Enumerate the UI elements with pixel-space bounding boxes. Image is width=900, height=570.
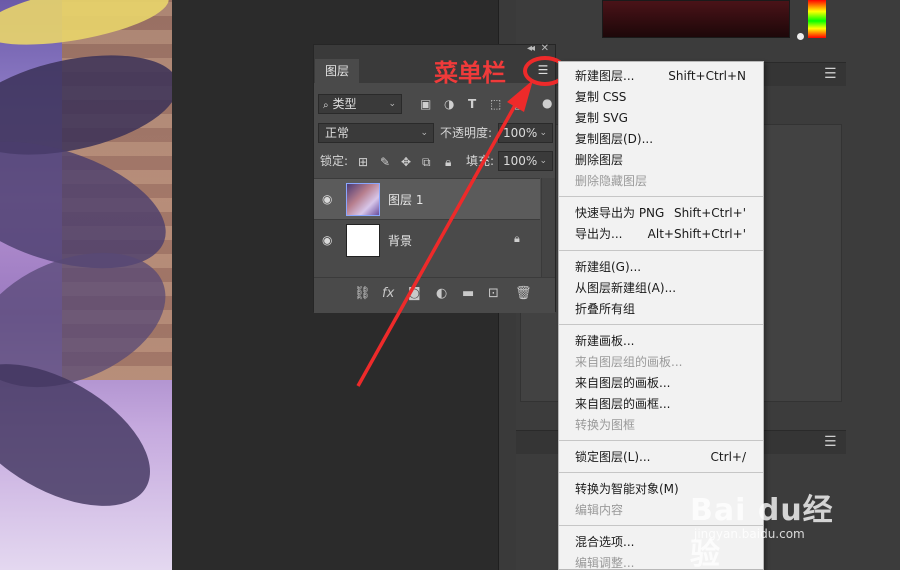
menu-item[interactable]: 复制 SVG: [559, 108, 763, 128]
menu-item[interactable]: 复制图层(D)...: [559, 129, 763, 149]
menu-item-shortcut: Shift+Ctrl+': [673, 206, 746, 220]
menu-item[interactable]: 删除图层: [559, 150, 763, 170]
menu-item[interactable]: 来自图层的画板...: [559, 373, 763, 393]
menu-item-shortcut: Alt+Shift+Ctrl+': [647, 227, 746, 241]
menu-item[interactable]: 折叠所有组: [559, 299, 763, 319]
menu-item[interactable]: 复制 CSS: [559, 87, 763, 107]
menu-item-label: 复制图层(D)...: [575, 132, 654, 146]
menu-item-shortcut: Shift+Ctrl+N: [668, 69, 746, 83]
menu-item[interactable]: 新建画板...: [559, 331, 763, 351]
menu-item-label: 编辑调整...: [575, 556, 635, 570]
menu-item-label: 删除图层: [575, 153, 624, 167]
menu-item[interactable]: 删除隐藏图层: [559, 171, 763, 191]
menu-item[interactable]: 来自图层的画框...: [559, 394, 763, 414]
menu-item-label: 锁定图层(L)...: [575, 450, 651, 464]
watermark-url: jingyan.baidu.com: [694, 527, 805, 541]
menu-item-label: 复制 CSS: [575, 90, 627, 104]
menu-item-label: 删除隐藏图层: [575, 174, 648, 188]
menu-item[interactable]: 来自图层组的画板...: [559, 352, 763, 372]
menu-item-label: 编辑内容: [575, 503, 624, 517]
menu-separator: [559, 196, 763, 197]
menu-item[interactable]: 从图层新建组(A)...: [559, 278, 763, 298]
menu-item[interactable]: 转换为图框: [559, 415, 763, 435]
menu-separator: [559, 324, 763, 325]
menu-item[interactable]: 快速导出为 PNG Shift+Ctrl+': [559, 203, 763, 223]
menu-item-label: 导出为...: [575, 227, 623, 241]
menu-item-label: 来自图层的画框...: [575, 397, 671, 411]
menu-item-label: 来自图层组的画板...: [575, 355, 683, 369]
menu-item-label: 新建画板...: [575, 334, 635, 348]
menu-item-label: 快速导出为 PNG: [575, 206, 665, 220]
menu-item-label: 转换为图框: [575, 418, 636, 432]
baidu-jingyan-watermark: Bai du经验 jingyan.baidu.com: [690, 485, 860, 570]
menu-item-label: 复制 SVG: [575, 111, 628, 125]
menu-item[interactable]: 锁定图层(L)... Ctrl+/: [559, 447, 763, 467]
menu-item-label: 新建图层...: [575, 69, 635, 83]
menu-separator: [559, 472, 763, 473]
menu-item[interactable]: 新建图层... Shift+Ctrl+N: [559, 66, 763, 86]
menu-item-label: 混合选项...: [575, 535, 635, 549]
menu-separator: [559, 250, 763, 251]
menu-item-shortcut: Ctrl+/: [710, 450, 746, 464]
menu-item-label: 折叠所有组: [575, 302, 636, 316]
menu-separator: [559, 440, 763, 441]
menu-item[interactable]: 新建组(G)...: [559, 257, 763, 277]
menu-item-label: 从图层新建组(A)...: [575, 281, 677, 295]
menu-item[interactable]: 导出为... Alt+Shift+Ctrl+': [559, 224, 763, 244]
menu-item-label: 新建组(G)...: [575, 260, 642, 274]
menu-item-label: 转换为智能对象(M): [575, 482, 679, 496]
menu-item-label: 来自图层的画板...: [575, 376, 671, 390]
